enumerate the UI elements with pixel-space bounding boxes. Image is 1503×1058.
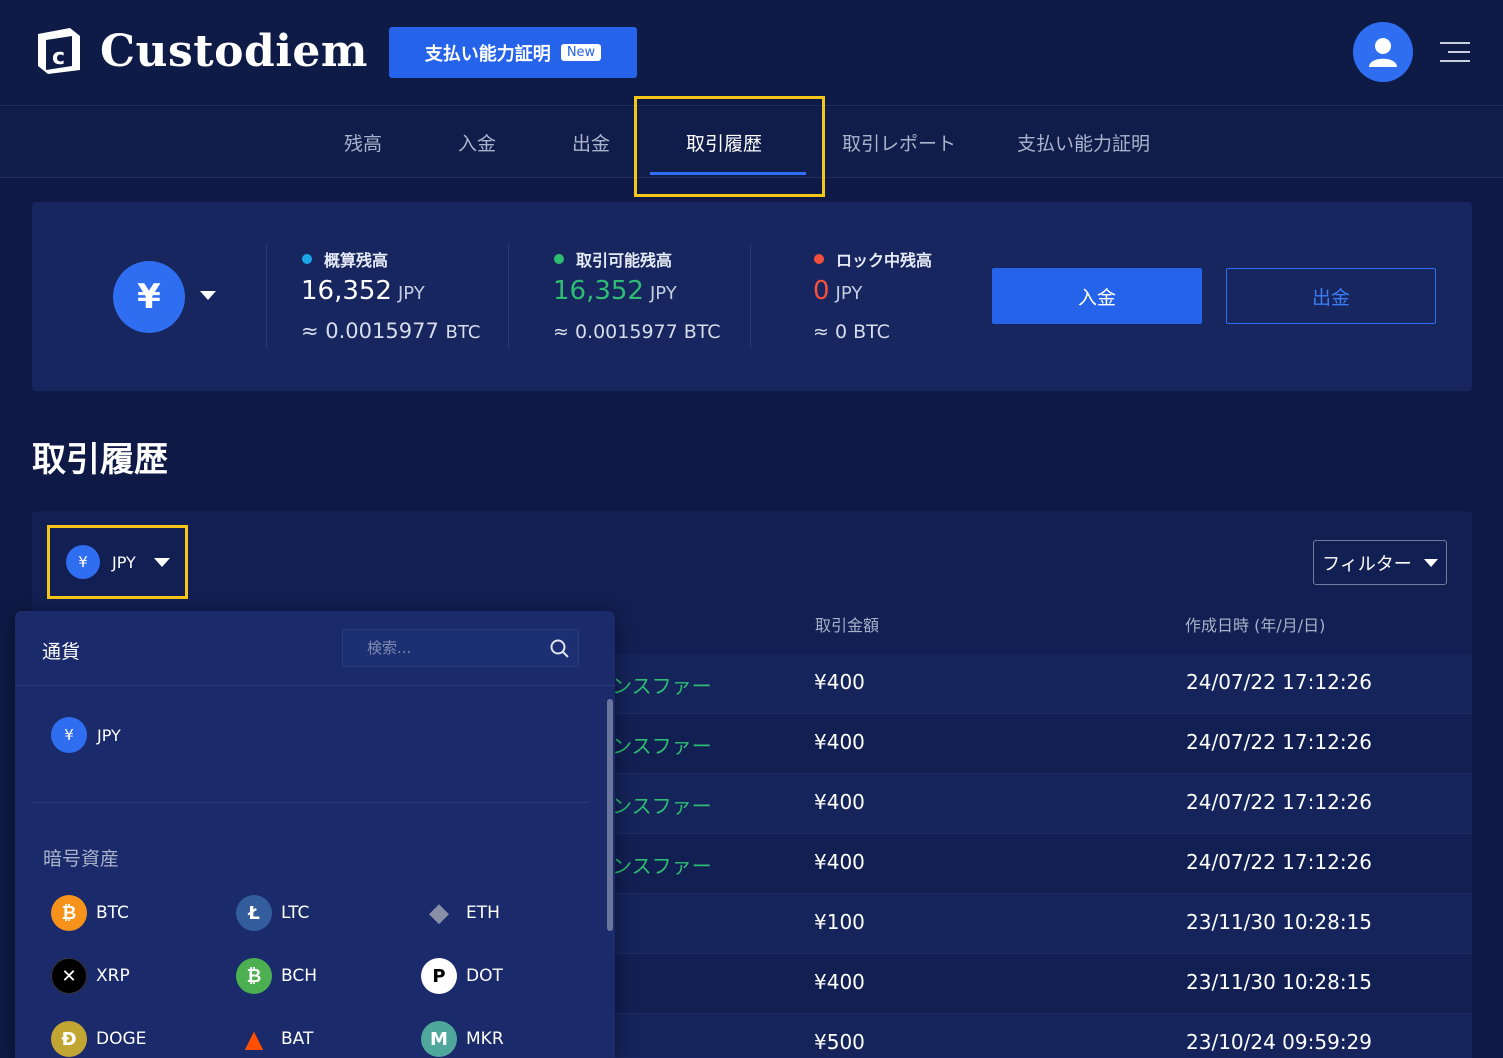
locked-balance-label: ロック中残高: [814, 247, 932, 271]
dropdown-item-bat[interactable]: ▲ BAT: [236, 1021, 314, 1057]
solvency-proof-label: 支払い能力証明: [424, 43, 551, 65]
doge-icon: Ð: [51, 1021, 87, 1057]
row-amount: ¥100: [814, 910, 865, 934]
dropdown-item-doge[interactable]: Ð DOGE: [51, 1021, 146, 1057]
search-icon[interactable]: [550, 639, 570, 659]
svg-text:c: c: [52, 45, 65, 70]
ltc-icon: Ł: [236, 895, 272, 931]
currency-dropdown: 通貨 ¥ JPY 暗号資産 ₿ BTC Ł LTC ◆ ETH ✕ XRP ₿ …: [15, 611, 615, 1058]
dropdown-title: 通貨: [42, 641, 81, 663]
user-icon: [1369, 38, 1397, 67]
row-amount: ¥400: [814, 670, 865, 694]
row-amount: ¥500: [814, 1030, 865, 1054]
green-dot-icon: [554, 254, 564, 264]
brand-name: Custodiem: [100, 25, 368, 77]
row-created: 24/07/22 17:12:26: [1186, 670, 1373, 694]
row-created: 23/10/24 09:59:29: [1186, 1030, 1373, 1054]
row-created: 24/07/22 17:12:26: [1186, 730, 1373, 754]
new-badge: New: [560, 44, 602, 61]
mkr-icon: M: [421, 1021, 457, 1057]
divider: [266, 244, 267, 348]
row-created: 24/07/22 17:12:26: [1186, 790, 1373, 814]
locked-balance-btc: ≈ 0 BTC: [813, 321, 890, 343]
bat-icon: ▲: [244, 1025, 264, 1053]
filter-label: フィルター: [1322, 553, 1412, 575]
dropdown-item-ltc[interactable]: Ł LTC: [236, 895, 309, 931]
crypto-section-label: 暗号資産: [43, 848, 120, 870]
page-title: 取引履歴: [32, 440, 168, 480]
row-amount: ¥400: [814, 850, 865, 874]
tab-balance[interactable]: 残高: [344, 129, 382, 156]
dropdown-item-dot[interactable]: P DOT: [421, 958, 503, 994]
btc-icon: ₿: [51, 895, 87, 931]
search-input[interactable]: [343, 630, 543, 666]
row-type: ンスファー: [612, 794, 712, 818]
column-header-created[interactable]: 作成日時 (年/月/日): [1185, 612, 1325, 636]
estimated-balance-amount: 16,352 JPY: [301, 276, 425, 306]
divider: [33, 802, 589, 803]
available-balance-btc: ≈ 0.0015977 BTC: [553, 321, 721, 343]
filter-button[interactable]: フィルター: [1313, 540, 1447, 585]
tab-report[interactable]: 取引レポート: [842, 129, 956, 156]
row-created: 23/11/30 10:28:15: [1186, 970, 1373, 994]
user-avatar-button[interactable]: [1353, 22, 1413, 82]
dropdown-item-jpy[interactable]: ¥ JPY: [51, 717, 121, 753]
highlight-currency-select: [47, 525, 188, 599]
xrp-icon: ✕: [51, 958, 87, 994]
solvency-proof-button[interactable]: 支払い能力証明 New: [389, 27, 637, 78]
highlight-history-tab: [634, 96, 825, 197]
dropdown-item-bch[interactable]: ₿ BCH: [236, 958, 317, 994]
tab-solvency-proof[interactable]: 支払い能力証明: [1017, 129, 1150, 156]
dot-icon: P: [421, 958, 457, 994]
row-amount: ¥400: [814, 970, 865, 994]
row-created: 24/07/22 17:12:26: [1186, 850, 1373, 874]
row-amount: ¥400: [814, 730, 865, 754]
hamburger-menu-icon[interactable]: [1440, 42, 1470, 64]
estimated-balance-label: 概算残高: [302, 247, 388, 271]
tab-withdraw[interactable]: 出金: [572, 129, 610, 156]
brand-logo[interactable]: c Custodiem: [32, 24, 368, 78]
custodiem-logo-icon: c: [38, 28, 80, 74]
column-header-amount[interactable]: 取引金額: [815, 612, 879, 636]
currency-yen-icon[interactable]: ¥: [113, 261, 185, 333]
red-dot-icon: [814, 254, 824, 264]
eth-icon: ◆: [429, 898, 449, 928]
row-type: ンスファー: [612, 854, 712, 878]
app-header: c Custodiem 支払い能力証明 New: [0, 0, 1503, 106]
divider: [750, 244, 751, 348]
row-amount: ¥400: [814, 790, 865, 814]
chevron-down-icon: [1423, 558, 1438, 567]
divider: [508, 244, 509, 348]
blue-dot-icon: [302, 254, 312, 264]
row-created: 23/11/30 10:28:15: [1186, 910, 1373, 934]
row-type: ンスファー: [612, 734, 712, 758]
dropdown-scrollbar[interactable]: [607, 699, 613, 931]
yen-icon: ¥: [51, 717, 87, 753]
dropdown-item-label: JPY: [97, 725, 121, 745]
search-box: [342, 629, 579, 667]
tab-deposit[interactable]: 入金: [458, 129, 496, 156]
available-balance-amount: 16,352 JPY: [553, 276, 677, 306]
locked-balance-amount: 0 JPY: [813, 276, 863, 306]
estimated-balance-btc: ≈ 0.0015977 BTC: [301, 319, 481, 343]
deposit-button[interactable]: 入金: [992, 268, 1202, 324]
dropdown-item-xrp[interactable]: ✕ XRP: [51, 958, 130, 994]
dropdown-item-mkr[interactable]: M MKR: [421, 1021, 504, 1057]
currency-caret-icon[interactable]: [200, 291, 216, 300]
withdraw-button[interactable]: 出金: [1226, 268, 1436, 324]
dropdown-item-eth[interactable]: ◆ ETH: [421, 895, 500, 931]
dropdown-header: 通貨: [15, 611, 615, 686]
row-type: ンスファー: [612, 674, 712, 698]
dropdown-item-btc[interactable]: ₿ BTC: [51, 895, 129, 931]
available-balance-label: 取引可能残高: [554, 247, 672, 271]
bch-icon: ₿: [236, 958, 272, 994]
